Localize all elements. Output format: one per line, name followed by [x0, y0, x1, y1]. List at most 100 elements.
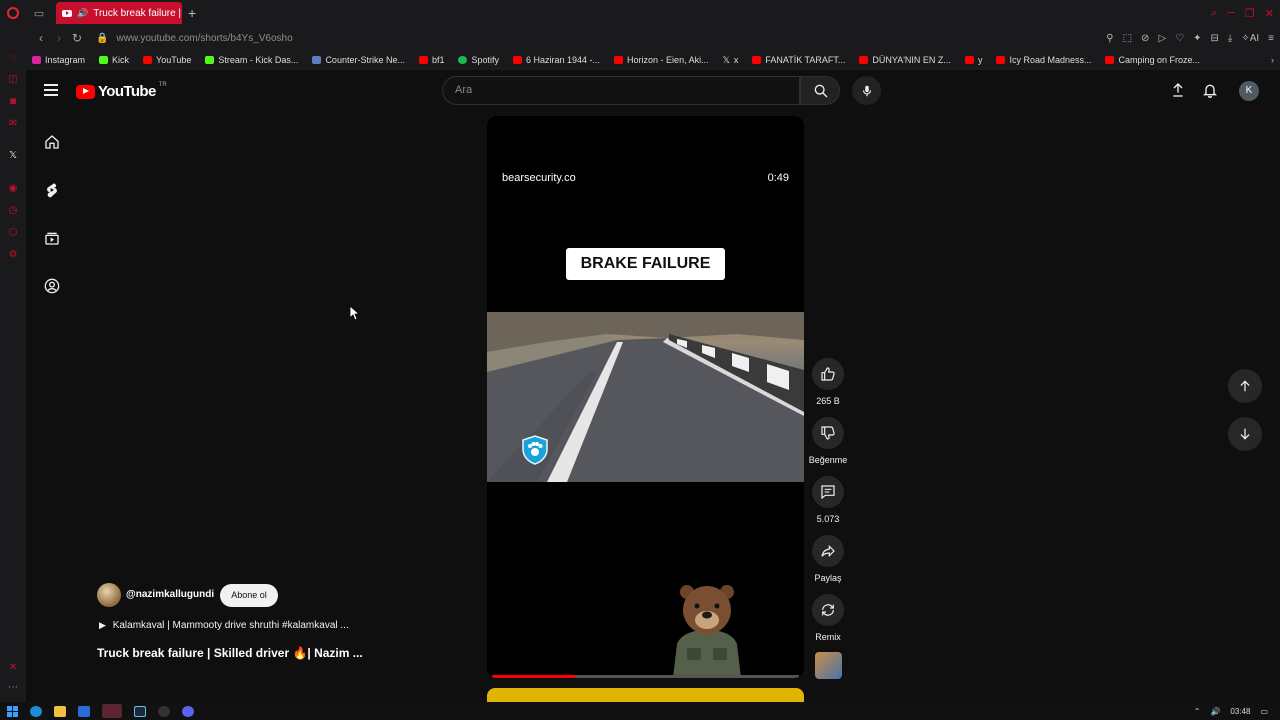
video-progress-bar[interactable] — [492, 675, 799, 678]
like-button[interactable] — [812, 358, 844, 390]
opera-gx-taskbar-icon[interactable] — [102, 704, 122, 718]
bookmark-item[interactable]: Horizon - Eien, Aki... — [608, 55, 717, 65]
bookmark-item[interactable]: Icy Road Madness... — [990, 55, 1099, 65]
edge-icon[interactable] — [30, 705, 42, 717]
back-icon[interactable]: ‹ — [32, 31, 50, 45]
opera-logo-icon[interactable] — [0, 0, 26, 26]
bookmark-item[interactable]: Spotify — [452, 55, 507, 65]
bookmark-item[interactable]: FANATİK TARAFT... — [746, 55, 853, 65]
kick-icon — [205, 56, 215, 64]
bookmark-item[interactable]: Camping on Froze... — [1099, 55, 1208, 65]
bookmark-item[interactable]: 6 Haziran 1944 -... — [507, 55, 608, 65]
music-link[interactable]: ▶ Kalamkaval | Mammooty drive shruthi #k… — [99, 620, 349, 631]
gx-icon[interactable]: ✕ — [7, 662, 19, 674]
reload-icon[interactable]: ↻ — [68, 31, 86, 45]
dislike-button[interactable] — [812, 417, 844, 449]
comments-action[interactable]: 5.073 — [812, 476, 844, 524]
history-icon[interactable]: ◷ — [7, 205, 19, 217]
search-input[interactable]: Ara — [442, 76, 800, 105]
subscriptions-icon[interactable] — [44, 230, 60, 246]
messenger-icon[interactable]: ◙ — [7, 96, 19, 108]
bookmark-item[interactable]: 𝕏x — [717, 55, 747, 66]
steam-icon[interactable] — [134, 705, 146, 717]
bookmark-item[interactable]: Stream - Kick Das... — [199, 55, 306, 65]
player-toolbar-icon[interactable]: ▷ — [1158, 33, 1166, 44]
subscribe-button[interactable]: Abone ol — [220, 584, 278, 607]
hamburger-menu-icon[interactable] — [44, 84, 58, 96]
notification-center-icon[interactable]: ▭ — [1260, 707, 1268, 716]
remix-button[interactable] — [812, 594, 844, 626]
upload-icon[interactable] — [1170, 81, 1186, 99]
aria-icon[interactable]: ◌ — [7, 52, 19, 64]
outlook-icon[interactable] — [78, 705, 90, 717]
player-icon[interactable]: ◉ — [7, 183, 19, 195]
discord-icon[interactable] — [182, 705, 194, 717]
account-avatar[interactable]: K — [1239, 81, 1259, 101]
maximize-icon[interactable]: ❐ — [1245, 7, 1255, 20]
adblock-icon[interactable]: ⊘ — [1141, 33, 1149, 44]
mail-icon[interactable]: ✉ — [7, 118, 19, 130]
shorts-video-player[interactable]: bearsecurity.co 0:49 BRAKE FAILURE — [487, 116, 804, 678]
bookmark-item[interactable]: y — [959, 55, 991, 65]
more-icon[interactable]: ⋯ — [7, 682, 19, 694]
youtube-icon — [513, 56, 522, 64]
channel-name[interactable]: @nazimkallugundi — [126, 589, 214, 600]
bookmarks-overflow-icon[interactable]: › — [1271, 55, 1274, 65]
home-icon[interactable] — [44, 134, 60, 150]
snapshot-icon[interactable]: ⬚ — [1123, 33, 1132, 44]
windows-start-icon[interactable] — [7, 705, 18, 717]
download-icon[interactable]: ⤓ — [1228, 33, 1232, 44]
share-button[interactable] — [812, 535, 844, 567]
remix-action[interactable]: Remix — [812, 594, 844, 642]
settings-icon[interactable]: ⚙ — [7, 249, 19, 261]
menu-icon[interactable]: ≡ — [1268, 33, 1274, 44]
voice-search-button[interactable] — [852, 76, 881, 105]
bookmark-item[interactable]: Kick — [93, 55, 137, 65]
search-tabs-icon[interactable]: ⌕ — [1211, 7, 1217, 20]
extensions-icon[interactable]: ⬡ — [7, 227, 19, 239]
clock[interactable]: 03:48 — [1230, 707, 1250, 716]
comments-button[interactable] — [812, 476, 844, 508]
url-field[interactable]: 🔒 www.youtube.com/shorts/b4Ys_V6osho — [96, 33, 293, 44]
youtube-logo[interactable]: YouTube TR — [76, 82, 167, 100]
shorts-icon[interactable] — [44, 182, 60, 198]
microphone-icon — [862, 85, 871, 96]
bookmark-item[interactable]: YouTube — [137, 55, 199, 65]
browser-tab-active[interactable]: 🔊 Truck break failure | Ski — [56, 2, 182, 24]
tab-islands-icon[interactable]: ▭ — [26, 0, 52, 26]
minimize-icon[interactable]: ─ — [1227, 7, 1235, 19]
tray-chevron-icon[interactable]: ⌃ — [1194, 707, 1201, 716]
bookmark-item[interactable]: Counter-Strike Ne... — [306, 55, 413, 65]
bookmark-item[interactable]: bf1 — [413, 55, 453, 65]
bookmark-item[interactable]: DÜNYA'NIN EN Z... — [853, 55, 959, 65]
speaker-icon[interactable]: 🔊 — [77, 8, 88, 19]
video-progress-fill — [492, 675, 575, 678]
next-short-preview[interactable] — [487, 688, 804, 702]
close-window-icon[interactable]: ✕ — [1265, 7, 1274, 20]
puzzle-icon[interactable]: ✦ — [1193, 33, 1201, 44]
bookmark-label: Spotify — [471, 55, 499, 65]
x-twitter-icon[interactable]: 𝕏 — [7, 150, 19, 162]
share-action[interactable]: Paylaş — [812, 535, 844, 583]
notifications-bell-icon[interactable] — [1202, 81, 1218, 99]
audio-source-thumbnail[interactable] — [815, 652, 842, 679]
bag-icon[interactable]: ◫ — [7, 74, 19, 86]
epic-icon[interactable] — [158, 705, 170, 717]
wallet-icon[interactable]: ⊟ — [1211, 33, 1219, 44]
next-short-button[interactable] — [1228, 417, 1262, 451]
volume-icon[interactable]: 🔊 — [1210, 707, 1220, 716]
heart-icon[interactable]: ♡ — [1175, 33, 1184, 44]
file-explorer-icon[interactable] — [54, 705, 66, 717]
ai-button[interactable]: ✧AI — [1241, 33, 1259, 44]
new-tab-button[interactable]: + — [188, 5, 196, 21]
like-action[interactable]: 265 B — [812, 358, 844, 406]
forward-icon[interactable]: › — [50, 31, 68, 45]
dislike-action[interactable]: Beğenme — [809, 417, 847, 465]
bookmark-item[interactable]: Instagram — [26, 55, 93, 65]
previous-short-button[interactable] — [1228, 369, 1262, 403]
search-button[interactable] — [800, 76, 840, 105]
pin-icon[interactable]: ⚲ — [1106, 33, 1113, 44]
you-account-icon[interactable] — [44, 278, 60, 294]
short-title[interactable]: Truck break failure | Skilled driver 🔥| … — [97, 646, 363, 660]
channel-avatar[interactable] — [97, 583, 121, 607]
